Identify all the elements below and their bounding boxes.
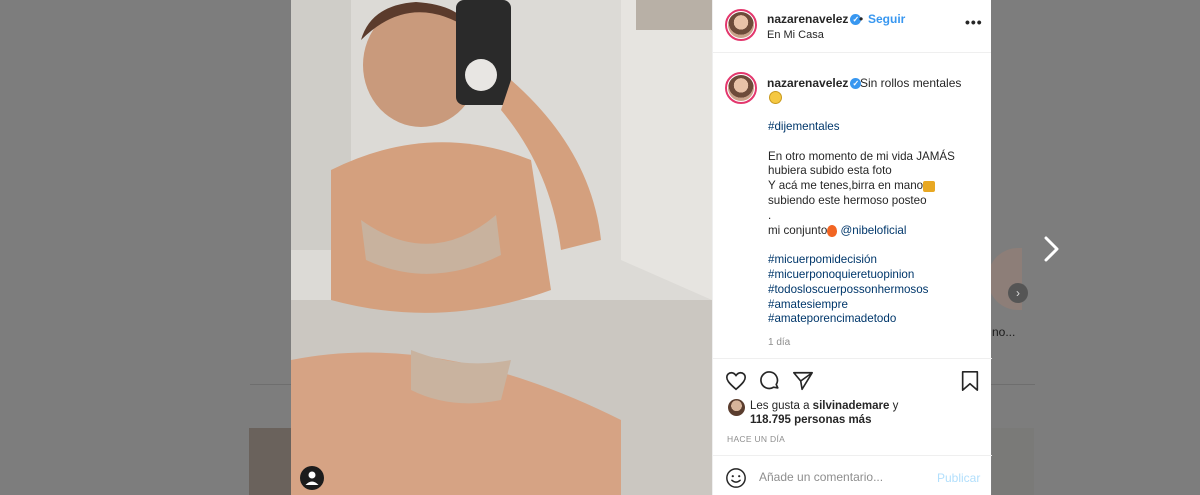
caption-text: hubiera subido esta foto xyxy=(768,164,892,178)
comment-bar: Publicar xyxy=(713,455,992,495)
background-story-label: no... xyxy=(992,325,1016,339)
caption-hashtag: #dijementales xyxy=(768,120,983,135)
caption-hashtag: #amatesiempre xyxy=(768,298,983,313)
caption-text: mi conjunto xyxy=(768,223,828,237)
caption-line: Y acá me tenes,birra en mano xyxy=(768,179,983,194)
follow-button[interactable]: Seguir xyxy=(868,12,905,26)
hashtag-link[interactable]: #micuerponoquieretuopinion xyxy=(768,268,914,281)
post-side-panel: nazarenavelez ✓ • Seguir En Mi Casa ••• n… xyxy=(712,0,992,495)
caption-line: . xyxy=(768,209,983,224)
author-username-text: nazarenavelez xyxy=(767,12,849,26)
hashtag-link[interactable]: #dijementales xyxy=(768,120,840,133)
comment-bubble-icon[interactable] xyxy=(759,370,781,392)
caption-avatar[interactable] xyxy=(725,72,757,104)
caption-timestamp[interactable]: 1 día xyxy=(768,337,790,348)
publish-button[interactable]: Publicar xyxy=(937,471,980,485)
author-avatar[interactable] xyxy=(725,9,757,41)
caption-line: subiendo este hermoso posteo xyxy=(768,194,983,209)
background-thumbnail-right xyxy=(992,428,1034,495)
comment-input[interactable] xyxy=(759,466,929,488)
hashtag-link[interactable]: #amatesiempre xyxy=(768,298,848,311)
next-post-arrow-icon[interactable] xyxy=(1040,234,1064,264)
fire-emoji-icon xyxy=(827,224,838,237)
hashtag-link[interactable]: #amateporencimadetodo xyxy=(768,312,896,325)
header-separator: • xyxy=(859,12,864,26)
post-photo[interactable] xyxy=(291,0,712,495)
caption-body: #dijementales En otro momento de mi vida … xyxy=(768,120,983,327)
background-thumbnail-left xyxy=(249,428,291,495)
upside-down-face-emoji-icon xyxy=(769,91,782,104)
caption-username[interactable]: nazarenavelez ✓ xyxy=(767,76,862,90)
caption-line: hubiera subido esta foto xyxy=(768,164,983,179)
more-options-icon[interactable]: ••• xyxy=(965,14,983,30)
post-age[interactable]: HACE UN DÍA xyxy=(727,434,785,444)
caption-first-line: Sin rollos mentales xyxy=(860,76,962,90)
caption-text: En otro momento de mi vida JAMÁS xyxy=(768,149,955,163)
caption-hashtag: #micuerpomidecisión xyxy=(768,253,983,268)
caption-text: . xyxy=(768,208,772,222)
share-paper-plane-icon[interactable] xyxy=(792,370,814,392)
likes-prefix: Les gusta a xyxy=(750,400,810,412)
post-header: nazarenavelez ✓ • Seguir En Mi Casa ••• xyxy=(713,0,991,53)
hashtag-link[interactable]: #todosloscuerpossonhermosos xyxy=(768,283,928,296)
hashtag-link[interactable]: #micuerpomidecisión xyxy=(768,253,877,266)
likes-summary: Les gusta a silvinademare y xyxy=(750,400,898,412)
location-link[interactable]: En Mi Casa xyxy=(767,29,824,41)
liker-avatar[interactable] xyxy=(728,399,745,416)
author-username[interactable]: nazarenavelez ✓ xyxy=(767,12,862,26)
caption-hashtag: #micuerponoquieretuopinion xyxy=(768,268,983,283)
liker-username[interactable]: silvinademare xyxy=(813,400,890,412)
caption-text: subiendo este hermoso posteo xyxy=(768,193,927,207)
action-bar xyxy=(713,360,992,400)
emoji-picker-icon[interactable] xyxy=(725,467,747,489)
background-next-icon: › xyxy=(1008,283,1028,303)
like-heart-icon[interactable] xyxy=(725,370,747,392)
caption-hashtag: #amateporencimadetodo xyxy=(768,312,983,327)
likes-conjunction: y xyxy=(892,400,899,412)
likes-count[interactable]: 118.795 personas más xyxy=(750,414,871,426)
caption-hashtag: #todosloscuerpossonhermosos xyxy=(768,283,983,298)
mention-link[interactable]: @nibeloficial xyxy=(841,224,907,237)
save-bookmark-icon[interactable] xyxy=(959,370,981,392)
caption-text: Y acá me tenes,birra en mano xyxy=(768,179,924,193)
caption-username-text: nazarenavelez xyxy=(767,76,849,90)
beer-mug-emoji-icon xyxy=(923,180,936,192)
caption-line: mi conjunto @nibeloficial xyxy=(768,224,983,239)
user-tag-icon[interactable] xyxy=(300,466,324,490)
caption-area: nazarenavelez ✓ Sin rollos mentales #dije… xyxy=(713,54,992,359)
caption-line: En otro momento de mi vida JAMÁS xyxy=(768,150,983,165)
